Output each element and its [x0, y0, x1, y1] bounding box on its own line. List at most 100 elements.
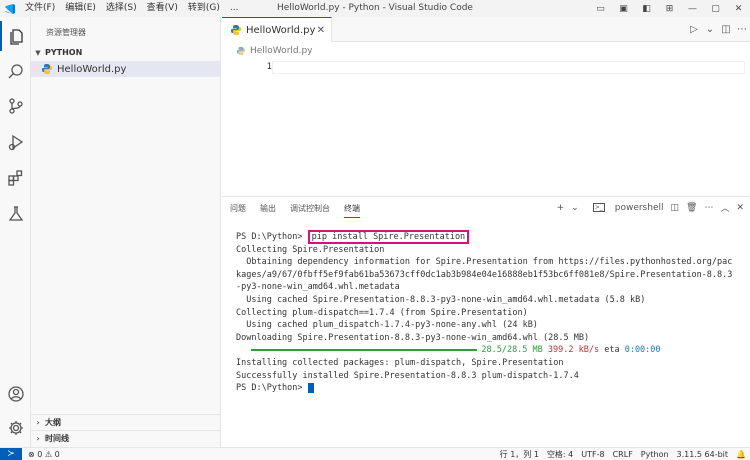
breadcrumb[interactable]: HelloWorld.py	[236, 46, 313, 56]
terminal-icon: >_	[592, 203, 605, 212]
timeline-section[interactable]: › 时间线	[31, 430, 221, 446]
terminal-line: Obtaining dependency information for Spi…	[236, 257, 733, 268]
outline-label: 大纲	[45, 418, 61, 427]
chevron-down-icon[interactable]: ⌄	[571, 203, 579, 213]
close-tab-icon[interactable]: ✕	[317, 25, 325, 36]
python-file-icon	[236, 46, 246, 56]
timeline-label: 时间线	[45, 434, 69, 443]
panel-actions: + ⌄ >_ powershell ◫ 🗑 ⋯ ︿ ✕	[550, 201, 744, 215]
progress-eta: 0:00:00	[624, 345, 661, 356]
close-icon[interactable]: ✕	[727, 0, 750, 17]
language-mode[interactable]: Python	[641, 450, 669, 459]
maximize-icon[interactable]: ▢	[704, 0, 727, 17]
panel-toggle-icon[interactable]: ▣	[612, 0, 635, 17]
progress-size: 28.5/28.5 MB	[481, 345, 543, 356]
menu-selection[interactable]: 选择(S)	[101, 0, 142, 17]
explorer-sidebar: 资源管理器 ▼ PYTHON HelloWorld.py › 大纲 › 时间线	[31, 17, 221, 447]
close-panel-icon[interactable]: ✕	[736, 203, 744, 213]
menu-go[interactable]: 转到(G)	[183, 0, 225, 17]
run-python-file-icon[interactable]: ▷	[686, 24, 702, 35]
menu-view[interactable]: 查看(V)	[142, 0, 183, 17]
menu-bar: 文件(F) 编辑(E) 选择(S) 查看(V) 转到(G) ...	[20, 0, 243, 17]
status-right: 行 1，列 1 空格: 4 UTF-8 CRLF Python 3.11.5 6…	[492, 448, 746, 460]
terminal-prompt: PS D:\Python>	[236, 383, 308, 394]
encoding[interactable]: UTF-8	[581, 450, 604, 459]
terminal-line: Installing collected packages: plum-disp…	[236, 357, 564, 368]
highlighted-command: pip install Spire.Presentation	[307, 230, 470, 244]
problems-count[interactable]: ⊗ 0 ⚠ 0	[28, 450, 60, 459]
source-control-icon[interactable]	[0, 91, 31, 121]
tab-terminal[interactable]: 终端	[344, 203, 360, 218]
tab-problems[interactable]: 问题	[230, 203, 246, 218]
chevron-right-icon: ›	[36, 434, 40, 443]
terminal-shell-selector[interactable]: >_ powershell	[586, 202, 664, 213]
python-file-icon	[42, 64, 52, 74]
remote-indicator-icon[interactable]: ≻	[0, 447, 22, 460]
tab-label: HelloWorld.py	[246, 24, 316, 36]
sidebar-toggle-icon[interactable]: ◧	[635, 0, 658, 17]
line-ending[interactable]: CRLF	[613, 450, 633, 459]
notifications-bell-icon[interactable]: 🔔	[736, 450, 746, 459]
folder-section[interactable]: ▼ PYTHON	[31, 45, 221, 60]
menu-more[interactable]: ...	[225, 0, 244, 17]
more-actions-icon[interactable]: ⋯	[704, 203, 713, 213]
status-bar: ≻ ⊗ 0 ⚠ 0 行 1，列 1 空格: 4 UTF-8 CRLF Pytho…	[0, 447, 750, 460]
panel-tabs: 问题 输出 调试控制台 终端	[230, 203, 374, 218]
python-file-icon	[231, 25, 241, 35]
menu-edit[interactable]: 编辑(E)	[60, 0, 101, 17]
title-bar: 文件(F) 编辑(E) 选择(S) 查看(V) 转到(G) ... HelloW…	[0, 0, 750, 17]
activity-bar	[0, 17, 31, 447]
maximize-panel-icon[interactable]: ︿	[720, 201, 729, 214]
terminal-prompt: PS D:\Python>	[236, 232, 308, 242]
bottom-panel: 问题 输出 调试控制台 终端 + ⌄ >_ powershell ◫ 🗑 ⋯ ︿…	[222, 196, 750, 447]
terminal-cursor	[307, 382, 314, 393]
editor-current-line[interactable]	[272, 61, 745, 74]
terminal-line: Successfully installed Spire.Presentatio…	[236, 370, 579, 381]
terminal-line: Using cached plum_dispatch-1.7.4-py3-non…	[236, 320, 538, 331]
cursor-position[interactable]: 行 1，列 1	[500, 449, 539, 460]
line-number: 1	[266, 62, 272, 72]
tab-helloworld[interactable]: HelloWorld.py ✕	[222, 17, 332, 42]
terminal-line: Collecting Spire.Presentation	[236, 244, 385, 255]
indentation[interactable]: 空格: 4	[547, 449, 573, 460]
search-icon[interactable]	[0, 57, 31, 87]
minimize-icon[interactable]: —	[681, 0, 704, 17]
python-interpreter[interactable]: 3.11.5 64-bit	[677, 450, 729, 459]
tab-debug-console[interactable]: 调试控制台	[290, 203, 330, 218]
split-terminal-icon[interactable]: ◫	[670, 203, 679, 213]
run-dropdown-icon[interactable]: ⌄	[702, 24, 718, 35]
explorer-icon[interactable]	[0, 21, 31, 51]
editor-actions: ▷ ⌄ ◫ ⋯	[686, 17, 750, 42]
account-icon[interactable]	[0, 379, 31, 409]
editor-tab-bar: HelloWorld.py ✕ ▷ ⌄ ◫ ⋯	[222, 17, 750, 42]
terminal-output[interactable]: PS D:\Python> pip install Spire.Presenta…	[236, 230, 748, 395]
progress-speed: 399.2 kB/s	[547, 345, 600, 356]
tab-output[interactable]: 输出	[260, 203, 276, 218]
terminal-line: Downloading Spire.Presentation-8.8.3-py3…	[236, 332, 590, 343]
testing-icon[interactable]	[0, 199, 31, 229]
terminal-line: Collecting plum-dispatch==1.7.4 (from Sp…	[236, 307, 528, 318]
settings-gear-icon[interactable]	[0, 413, 31, 443]
file-name: HelloWorld.py	[57, 63, 127, 75]
terminal-line: Using cached Spire.Presentation-8.8.3-py…	[236, 294, 646, 305]
customize-layout-icon[interactable]: ⊞	[658, 0, 681, 17]
breadcrumb-file: HelloWorld.py	[250, 46, 313, 56]
trash-icon[interactable]: 🗑	[686, 203, 697, 213]
chevron-right-icon: ›	[36, 418, 40, 427]
more-actions-icon[interactable]: ⋯	[734, 24, 750, 35]
vscode-logo-icon	[0, 0, 20, 17]
shell-label: powershell	[614, 202, 664, 213]
terminal-line: kages/a9/67/0fbff5ef9fab61ba53673cff0dc1…	[236, 269, 733, 280]
layout-toggle-icon[interactable]: ▭	[589, 0, 612, 17]
download-progress-bar	[251, 348, 478, 351]
outline-section[interactable]: › 大纲	[31, 414, 221, 430]
file-item-helloworld[interactable]: HelloWorld.py	[31, 61, 221, 77]
extensions-icon[interactable]	[0, 163, 31, 193]
run-debug-icon[interactable]	[0, 127, 31, 157]
new-terminal-icon[interactable]: +	[557, 203, 565, 213]
terminal-line: -py3-none-win_amd64.whl.metadata	[236, 282, 400, 293]
split-editor-icon[interactable]: ◫	[718, 24, 734, 35]
chevron-down-icon: ▼	[35, 48, 41, 57]
folder-name: PYTHON	[45, 48, 83, 57]
menu-file[interactable]: 文件(F)	[20, 0, 60, 17]
